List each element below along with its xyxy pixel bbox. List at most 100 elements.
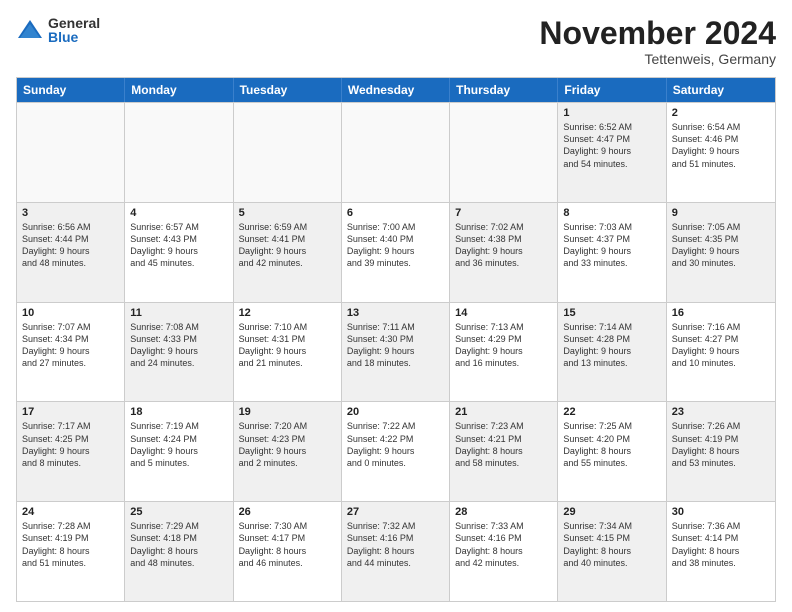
cell-line: Sunrise: 7:13 AM bbox=[455, 321, 552, 333]
day-number: 30 bbox=[672, 506, 770, 518]
cell-line: Daylight: 8 hours bbox=[672, 545, 770, 557]
cell-line: Daylight: 9 hours bbox=[455, 245, 552, 257]
cell-line: and 58 minutes. bbox=[455, 457, 552, 469]
cell-line: Daylight: 8 hours bbox=[239, 545, 336, 557]
day-number: 14 bbox=[455, 307, 552, 319]
header-thursday: Thursday bbox=[450, 78, 558, 102]
cell-line: Daylight: 9 hours bbox=[672, 245, 770, 257]
cell-line: Sunset: 4:23 PM bbox=[239, 433, 336, 445]
cell-line: Sunrise: 7:30 AM bbox=[239, 520, 336, 532]
cell-line: Daylight: 9 hours bbox=[239, 345, 336, 357]
cell-line: Sunset: 4:34 PM bbox=[22, 333, 119, 345]
cell-line: and 48 minutes. bbox=[22, 257, 119, 269]
cal-cell-r4-c2: 26Sunrise: 7:30 AMSunset: 4:17 PMDayligh… bbox=[234, 502, 342, 601]
cell-line: Sunset: 4:14 PM bbox=[672, 532, 770, 544]
cell-line: Sunset: 4:22 PM bbox=[347, 433, 444, 445]
cell-line: Sunrise: 6:59 AM bbox=[239, 221, 336, 233]
calendar-body: 1Sunrise: 6:52 AMSunset: 4:47 PMDaylight… bbox=[17, 102, 775, 601]
cal-cell-r1-c4: 7Sunrise: 7:02 AMSunset: 4:38 PMDaylight… bbox=[450, 203, 558, 302]
day-number: 26 bbox=[239, 506, 336, 518]
cell-line: Sunrise: 7:03 AM bbox=[563, 221, 660, 233]
cell-line: and 36 minutes. bbox=[455, 257, 552, 269]
cell-line: and 2 minutes. bbox=[239, 457, 336, 469]
cal-row-2: 10 Sunrise: 7:07 AMSunset: 4:34 PM Dayligh… bbox=[17, 302, 775, 402]
day-number: 16 bbox=[672, 307, 770, 319]
cell-line: Sunset: 4:40 PM bbox=[347, 233, 444, 245]
cell-line: Sunset: 4:18 PM bbox=[130, 532, 227, 544]
cell-line: Sunset: 4:38 PM bbox=[455, 233, 552, 245]
cal-cell-r4-c5: 29Sunrise: 7:34 AMSunset: 4:15 PMDayligh… bbox=[558, 502, 666, 601]
header-monday: Monday bbox=[125, 78, 233, 102]
cell-line: Daylight: 8 hours bbox=[563, 445, 660, 457]
cell-line: Sunset: 4:41 PM bbox=[239, 233, 336, 245]
cell-line: Daylight: 9 hours bbox=[563, 145, 660, 157]
cell-line: Sunset: 4:44 PM bbox=[22, 233, 119, 245]
cell-line: and 46 minutes. bbox=[239, 557, 336, 569]
day-number: 24 bbox=[22, 506, 119, 518]
cell-line: Sunrise: 7:32 AM bbox=[347, 520, 444, 532]
day-number: 21 bbox=[455, 406, 552, 418]
cell-line: Sunset: 4:15 PM bbox=[563, 532, 660, 544]
cell-line: Sunrise: 7:08 AM bbox=[130, 321, 227, 333]
day-number: 7 bbox=[455, 207, 552, 219]
day-number: 3 bbox=[22, 207, 119, 219]
cal-cell-r1-c6: 9Sunrise: 7:05 AMSunset: 4:35 PMDaylight… bbox=[667, 203, 775, 302]
day-number: 29 bbox=[563, 506, 660, 518]
cell-line: Sunset: 4:25 PM bbox=[22, 433, 119, 445]
day-number: 5 bbox=[239, 207, 336, 219]
cell-line: Sunset: 4:37 PM bbox=[563, 233, 660, 245]
cell-line: Daylight: 8 hours bbox=[672, 445, 770, 457]
cell-line: Sunset: 4:29 PM bbox=[455, 333, 552, 345]
cal-cell-r2-c1: 11Sunrise: 7:08 AMSunset: 4:33 PMDayligh… bbox=[125, 303, 233, 402]
cell-line: and 0 minutes. bbox=[347, 457, 444, 469]
header-tuesday: Tuesday bbox=[234, 78, 342, 102]
cell-line: Sunset: 4:30 PM bbox=[347, 333, 444, 345]
logo-text: General Blue bbox=[48, 16, 100, 44]
cell-line: Sunrise: 7:36 AM bbox=[672, 520, 770, 532]
day-number: 19 bbox=[239, 406, 336, 418]
cal-cell-r1-c0: 3Sunrise: 6:56 AMSunset: 4:44 PMDaylight… bbox=[17, 203, 125, 302]
cell-line: Sunset: 4:33 PM bbox=[130, 333, 227, 345]
cal-cell-r2-c6: 16Sunrise: 7:16 AMSunset: 4:27 PMDayligh… bbox=[667, 303, 775, 402]
cell-line: and 18 minutes. bbox=[347, 357, 444, 369]
cal-cell-r0-c3 bbox=[342, 103, 450, 202]
cell-line: and 54 minutes. bbox=[563, 158, 660, 170]
cell-line: Sunset: 4:16 PM bbox=[455, 532, 552, 544]
cell-line: and 5 minutes. bbox=[130, 457, 227, 469]
cell-line: Daylight: 9 hours bbox=[239, 245, 336, 257]
day-number: 9 bbox=[672, 207, 770, 219]
cell-line: Daylight: 9 hours bbox=[22, 245, 119, 257]
cell-line: Sunrise: 7:19 AM bbox=[130, 420, 227, 432]
cell-line: Daylight: 9 hours bbox=[672, 345, 770, 357]
cell-line: Sunset: 4:19 PM bbox=[672, 433, 770, 445]
cell-line: Sunrise: 7:14 AM bbox=[563, 321, 660, 333]
cal-cell-r4-c3: 27Sunrise: 7:32 AMSunset: 4:16 PMDayligh… bbox=[342, 502, 450, 601]
cell-line: Sunrise: 7:34 AM bbox=[563, 520, 660, 532]
cell-line: and 53 minutes. bbox=[672, 457, 770, 469]
cell-line: Sunset: 4:43 PM bbox=[130, 233, 227, 245]
cell-line: Daylight: 9 hours bbox=[347, 445, 444, 457]
cell-line: Daylight: 8 hours bbox=[130, 545, 227, 557]
cell-line: and 45 minutes. bbox=[130, 257, 227, 269]
cell-line: Sunrise: 6:52 AM bbox=[563, 121, 660, 133]
day-number: 23 bbox=[672, 406, 770, 418]
day-number: 25 bbox=[130, 506, 227, 518]
cell-line: and 40 minutes. bbox=[563, 557, 660, 569]
day-number: 4 bbox=[130, 207, 227, 219]
cell-line: and 44 minutes. bbox=[347, 557, 444, 569]
cell-line: and 42 minutes. bbox=[455, 557, 552, 569]
day-number: 6 bbox=[347, 207, 444, 219]
day-number: 10 bbox=[22, 307, 119, 319]
cell-line: Daylight: 9 hours bbox=[130, 245, 227, 257]
cell-line: Sunrise: 7:07 AM bbox=[22, 321, 119, 333]
cell-line: and 55 minutes. bbox=[563, 457, 660, 469]
cal-cell-r4-c1: 25Sunrise: 7:29 AMSunset: 4:18 PMDayligh… bbox=[125, 502, 233, 601]
cal-cell-r4-c4: 28Sunrise: 7:33 AMSunset: 4:16 PMDayligh… bbox=[450, 502, 558, 601]
cell-line: Sunrise: 7:11 AM bbox=[347, 321, 444, 333]
cell-line: Sunset: 4:28 PM bbox=[563, 333, 660, 345]
cell-line: Sunrise: 7:25 AM bbox=[563, 420, 660, 432]
cell-line: and 8 minutes. bbox=[22, 457, 119, 469]
logo-general-text: General bbox=[48, 16, 100, 30]
cell-line: Sunset: 4:46 PM bbox=[672, 133, 770, 145]
cell-line: and 21 minutes. bbox=[239, 357, 336, 369]
